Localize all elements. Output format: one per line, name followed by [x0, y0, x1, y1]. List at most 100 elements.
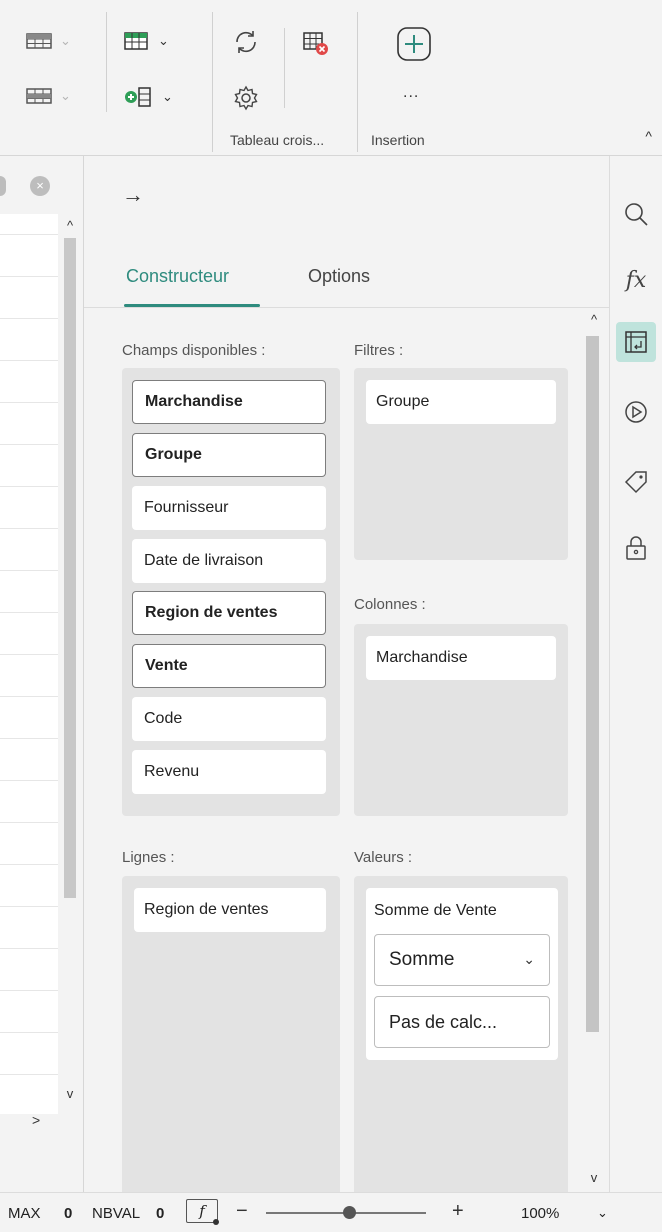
- row-item-region-de-ventes[interactable]: Region de ventes: [134, 888, 326, 932]
- table-layout-icon: [26, 30, 52, 52]
- add-column-icon: [124, 85, 154, 109]
- grid-row-line: [0, 654, 58, 655]
- right-sidebar: fx: [609, 156, 662, 1192]
- scroll-down-icon[interactable]: v: [584, 1170, 604, 1185]
- nbval-value: 0: [156, 1205, 165, 1222]
- table-subtotal-dropdown[interactable]: ⌄: [26, 85, 71, 107]
- field-region-de-ventes[interactable]: Region de ventes: [132, 591, 326, 635]
- chevron-down-icon: ⌄: [162, 89, 173, 104]
- grid-row-line: [0, 402, 58, 403]
- ribbon-divider: [212, 12, 213, 152]
- pivot-settings-button[interactable]: [232, 84, 260, 112]
- scroll-down-icon[interactable]: v: [58, 1086, 82, 1101]
- table-style-dropdown[interactable]: ⌄: [124, 30, 169, 52]
- tag-icon[interactable]: [616, 462, 656, 502]
- table-subtotal-icon: [26, 85, 52, 107]
- column-item-marchandise[interactable]: Marchandise: [366, 636, 556, 680]
- delete-table-button[interactable]: [302, 30, 330, 56]
- grid-row-line: [0, 864, 58, 865]
- scroll-up-icon[interactable]: ^: [584, 312, 604, 327]
- sheet-tab-edge: [0, 176, 6, 196]
- filters-label: Filtres :: [354, 342, 404, 359]
- grid-row-line: [0, 318, 58, 319]
- field-revenu[interactable]: Revenu: [132, 750, 326, 794]
- max-value: 0: [64, 1205, 73, 1222]
- grid-row-line: [0, 234, 58, 235]
- grid-row-line: [0, 1032, 58, 1033]
- rows-label: Lignes :: [122, 849, 175, 866]
- chevron-down-icon: ⌄: [60, 88, 71, 103]
- max-label: MAX: [8, 1205, 41, 1222]
- chevron-down-icon: ⌄: [523, 951, 535, 967]
- zoom-out-button[interactable]: −: [236, 1200, 248, 1223]
- insert-plus-icon: [396, 26, 432, 62]
- add-column-dropdown[interactable]: ⌄: [124, 85, 173, 109]
- play-icon[interactable]: [616, 392, 656, 432]
- grid-row-line: [0, 948, 58, 949]
- field-groupe[interactable]: Groupe: [132, 433, 326, 477]
- refresh-button[interactable]: [232, 28, 260, 56]
- grid-row-line: [0, 990, 58, 991]
- field-code[interactable]: Code: [132, 697, 326, 741]
- field-date-de-livraison[interactable]: Date de livraison: [132, 539, 326, 583]
- pivot-table-icon[interactable]: [616, 322, 656, 362]
- filter-item-groupe[interactable]: Groupe: [366, 380, 556, 424]
- search-icon[interactable]: [616, 194, 656, 234]
- calculation-value: Pas de calc...: [389, 1011, 498, 1032]
- grid-row-line: [0, 822, 58, 823]
- aggregate-function-select[interactable]: Somme ⌄: [374, 934, 550, 986]
- scroll-thumb[interactable]: [64, 238, 76, 898]
- zoom-in-button[interactable]: +: [452, 1200, 464, 1223]
- columns-zone: Marchandise: [354, 624, 568, 816]
- insert-more-button[interactable]: ...: [403, 84, 419, 102]
- calculation-select[interactable]: Pas de calc...: [374, 996, 550, 1048]
- scroll-right-icon[interactable]: >: [32, 1112, 40, 1128]
- grid-row-line: [0, 1074, 58, 1075]
- grid-row-line: [0, 612, 58, 613]
- scroll-thumb[interactable]: [586, 336, 599, 1032]
- zoom-dropdown-icon[interactable]: ⌄: [597, 1205, 608, 1221]
- grid-row-line: [0, 276, 58, 277]
- value-item-title: Somme de Vente: [374, 902, 497, 919]
- settings-icon: [232, 84, 260, 112]
- group-label-insert: Insertion: [371, 132, 425, 148]
- collapse-ribbon-button[interactable]: ^: [645, 128, 652, 144]
- zoom-slider-handle[interactable]: [343, 1206, 356, 1219]
- field-fournisseur[interactable]: Fournisseur: [132, 486, 326, 530]
- scroll-up-icon[interactable]: ^: [58, 218, 82, 233]
- columns-label: Colonnes :: [354, 596, 426, 613]
- nbval-label: NBVAL: [92, 1205, 141, 1222]
- ribbon-divider: [357, 12, 358, 152]
- formula-toggle-indicator: [213, 1219, 219, 1225]
- aggregate-function-value: Somme: [389, 949, 455, 970]
- insert-button[interactable]: [396, 26, 432, 62]
- table-style-icon: [124, 30, 150, 52]
- grid-row-line: [0, 570, 58, 571]
- grid-row-line: [0, 444, 58, 445]
- delete-table-icon: [302, 30, 330, 56]
- tab-constructeur[interactable]: Constructeur: [126, 266, 229, 287]
- grid-row-line: [0, 528, 58, 529]
- grid-row-line: [0, 738, 58, 739]
- value-item-somme-de-vente[interactable]: Somme de Vente Somme ⌄ Pas de calc...: [366, 888, 558, 1060]
- cell-grid[interactable]: [0, 214, 58, 1114]
- table-layout-dropdown[interactable]: ⌄: [26, 30, 71, 52]
- values-label: Valeurs :: [354, 849, 413, 866]
- spreadsheet-area: × ^ v >: [0, 156, 84, 1192]
- close-icon[interactable]: ×: [30, 176, 50, 196]
- refresh-icon: [232, 28, 260, 56]
- zoom-value: 100%: [521, 1205, 560, 1222]
- tab-options[interactable]: Options: [308, 266, 370, 287]
- grid-row-line: [0, 696, 58, 697]
- collapse-panel-button[interactable]: →: [122, 182, 144, 208]
- field-marchandise[interactable]: Marchandise: [132, 380, 326, 424]
- sheet-vertical-scrollbar[interactable]: ^ v: [58, 214, 82, 1114]
- grid-row-line: [0, 780, 58, 781]
- function-icon[interactable]: fx: [616, 260, 656, 300]
- lock-icon[interactable]: [616, 528, 656, 568]
- available-fields-label: Champs disponibles :: [122, 342, 266, 359]
- tab-divider: [84, 307, 609, 308]
- panel-vertical-scrollbar[interactable]: ^ v: [584, 312, 608, 1192]
- grid-row-line: [0, 360, 58, 361]
- field-vente[interactable]: Vente: [132, 644, 326, 688]
